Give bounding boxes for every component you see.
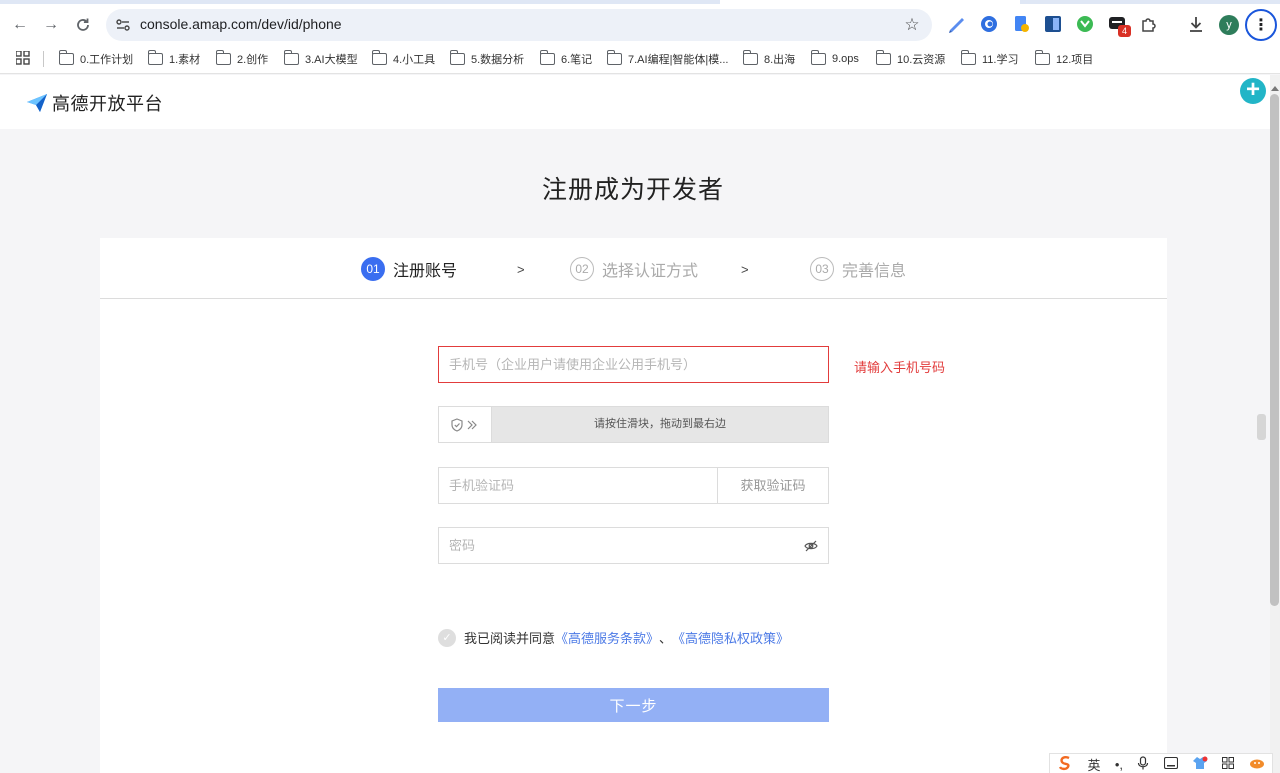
extension-doc-icon[interactable] [1012, 15, 1030, 33]
step-number: 03 [810, 257, 834, 281]
agreement-text: 我已阅读并同意 [464, 631, 556, 646]
browser-toolbar: ← → console.amap.com/dev/id/phone ☆ 4 y … [0, 0, 1280, 74]
extension-pen-icon[interactable] [948, 15, 966, 33]
forward-icon[interactable]: → [39, 13, 63, 37]
slider-handle[interactable] [439, 407, 492, 442]
step-label: 完善信息 [842, 263, 907, 280]
step-register-account: 01 注册账号 [361, 257, 457, 281]
scroll-up-arrow-icon[interactable] [1271, 86, 1279, 91]
folder-icon [539, 50, 555, 65]
step-separator: > [517, 262, 525, 277]
apps-grid-icon[interactable] [16, 51, 30, 65]
step-separator: > [741, 262, 749, 277]
privacy-link[interactable]: 《高德隐私权政策》 [672, 628, 789, 647]
bookmark-folder[interactable]: 5.数据分析 [449, 50, 524, 68]
ime-skin-icon[interactable] [1192, 756, 1208, 773]
steps-bar: 01 注册账号 > 02 选择认证方式 > 03 完善信息 [100, 238, 1167, 299]
eye-off-icon[interactable] [804, 539, 818, 553]
amap-logo-icon [27, 94, 47, 112]
phone-input[interactable] [439, 347, 828, 382]
agreement-separator: 、 [659, 631, 673, 646]
ime-logo-icon[interactable] [1057, 755, 1073, 773]
bookmark-folder[interactable]: 12.项目 [1034, 50, 1093, 68]
side-scroll-marker[interactable] [1257, 414, 1266, 440]
step-label: 注册账号 [393, 263, 458, 280]
bookmark-folder[interactable]: 6.笔记 [539, 50, 592, 68]
terms-link[interactable]: 《高德服务条款》 [555, 628, 659, 647]
get-code-button[interactable]: 获取验证码 [717, 468, 828, 503]
url-text[interactable]: console.amap.com/dev/id/phone [140, 16, 342, 32]
site-logo[interactable]: 高德开放平台 [26, 90, 163, 116]
bookmark-star-icon[interactable]: ☆ [902, 15, 922, 35]
bookmark-folder[interactable]: 4.小工具 [371, 50, 435, 68]
folder-icon [606, 50, 622, 65]
ime-keyboard-icon[interactable] [1163, 756, 1178, 772]
password-input[interactable] [439, 528, 828, 563]
slider-instruction: 请按住滑块，拖动到最右边 [594, 418, 726, 430]
sms-code-field: 获取验证码 [438, 467, 829, 504]
folder-icon [742, 50, 758, 65]
extensions-puzzle-icon[interactable] [1140, 15, 1158, 33]
bookmarks-bar: 0.工作计划 1.素材 2.创作 3.AI大模型 4.小工具 5.数据分析 6.… [0, 46, 1280, 72]
ime-toolbar: 英 •, [1049, 753, 1273, 773]
download-icon[interactable] [1187, 15, 1205, 33]
step-choose-auth: 02 选择认证方式 [570, 257, 698, 281]
bookmark-folder[interactable]: 10.云资源 [875, 50, 945, 68]
floating-plus-icon[interactable]: + [1240, 78, 1266, 104]
agreement-checkbox[interactable]: ✓ [438, 628, 456, 647]
step-number: 02 [570, 257, 594, 281]
folder-icon [147, 50, 163, 65]
bookmark-folder[interactable]: 11.学习 [960, 50, 1018, 68]
browser-menu-icon[interactable]: ⋮ [1245, 9, 1277, 41]
step-complete-info: 03 完善信息 [810, 257, 906, 281]
extension-green-icon[interactable] [1076, 15, 1094, 33]
logo-text: 高德开放平台 [52, 94, 163, 114]
ime-microphone-icon[interactable] [1137, 755, 1149, 773]
bookmark-folder[interactable]: 9.ops [810, 50, 859, 68]
ime-grid-icon[interactable] [1222, 756, 1235, 772]
phone-field [438, 346, 829, 383]
tab-strip [0, 0, 1280, 4]
folder-icon [810, 50, 826, 65]
register-card: 01 注册账号 > 02 选择认证方式 > 03 完善信息 请输入手机号码 请按… [100, 238, 1167, 773]
folder-icon [283, 50, 299, 65]
folder-icon [371, 50, 387, 65]
scrollbar-thumb[interactable] [1270, 94, 1279, 606]
sms-code-input[interactable] [439, 468, 717, 503]
extension-globe-icon[interactable] [980, 15, 998, 33]
folder-icon [58, 50, 74, 65]
bookmark-folder[interactable]: 8.出海 [742, 50, 795, 68]
extension-badge: 4 [1118, 25, 1131, 37]
password-field [438, 527, 829, 564]
profile-avatar[interactable]: y [1219, 15, 1239, 35]
folder-icon [449, 50, 465, 65]
bookmark-folder[interactable]: 7.AI编程|智能体|模... [606, 50, 728, 68]
ime-mascot-icon[interactable] [1249, 757, 1265, 772]
bookmark-folder[interactable]: 2.创作 [215, 50, 268, 68]
step-label: 选择认证方式 [602, 263, 699, 280]
ime-language-toggle[interactable]: 英 [1088, 755, 1101, 773]
shield-arrows-icon [451, 417, 477, 432]
bookmark-folder[interactable]: 0.工作计划 [58, 50, 133, 68]
extension-translate-icon[interactable] [1044, 15, 1062, 33]
bookmark-folder[interactable]: 3.AI大模型 [283, 50, 358, 68]
slider-captcha: 请按住滑块，拖动到最右边 [438, 406, 829, 443]
phone-error-message: 请输入手机号码 [854, 360, 946, 375]
page-title: 注册成为开发者 [541, 176, 724, 204]
folder-icon [215, 50, 231, 65]
folder-icon [875, 50, 891, 65]
bookmark-folder[interactable]: 1.素材 [147, 50, 200, 68]
address-bar[interactable]: console.amap.com/dev/id/phone ☆ [106, 9, 932, 41]
folder-icon [1034, 50, 1050, 65]
folder-icon [960, 50, 976, 65]
site-settings-icon[interactable] [114, 16, 132, 34]
reload-icon[interactable] [71, 13, 95, 37]
next-step-button[interactable]: 下一步 [438, 688, 829, 722]
agreement-row: ✓ 我已阅读并同意 《高德服务条款》 、 《高德隐私权政策》 [438, 628, 789, 647]
step-number: 01 [361, 257, 385, 281]
ime-punctuation-toggle[interactable]: •, [1115, 757, 1123, 772]
back-icon[interactable]: ← [8, 13, 32, 37]
site-header: 高德开放平台 [0, 75, 1270, 129]
